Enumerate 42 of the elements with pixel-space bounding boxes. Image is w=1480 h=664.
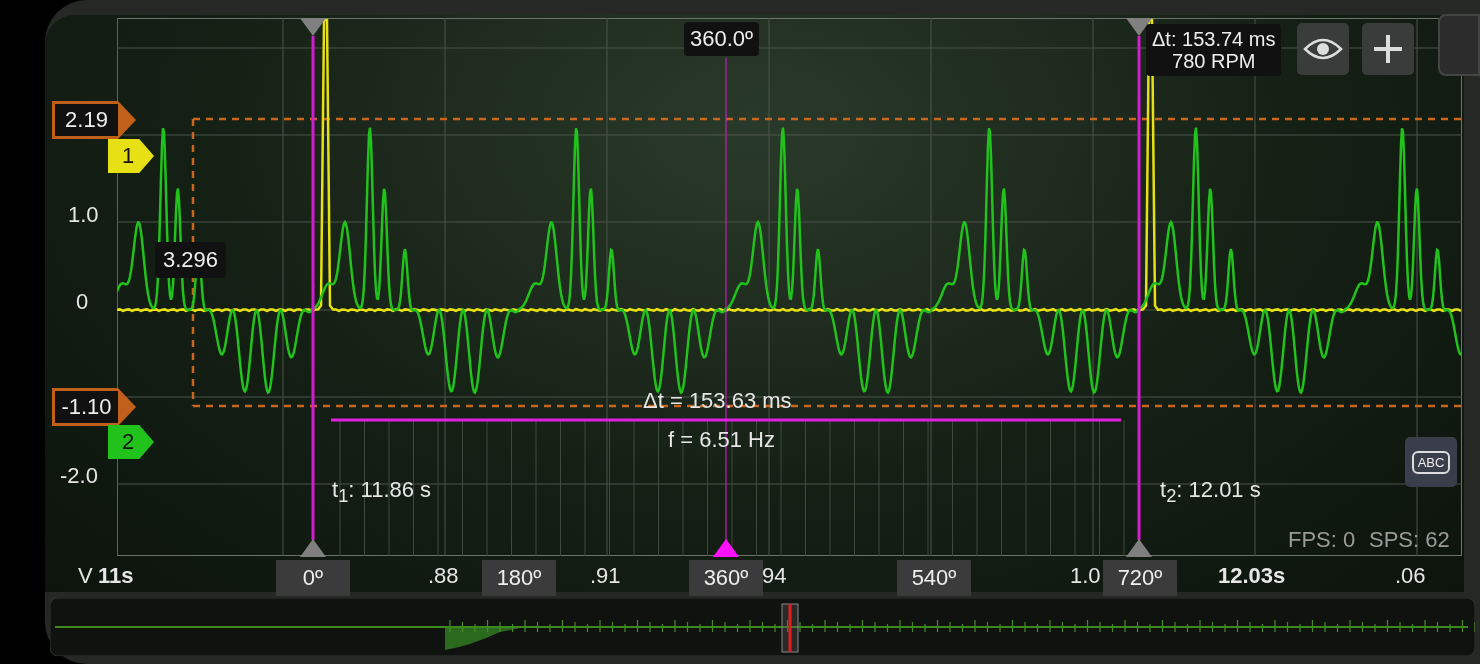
axis-label: 11s (98, 565, 134, 587)
level-marker[interactable]: 2.19 (52, 101, 118, 139)
visibility-button[interactable] (1297, 23, 1349, 75)
axis-label: .88 (428, 565, 459, 587)
axis-label: 1.0 (68, 204, 99, 226)
add-button[interactable] (1362, 23, 1414, 75)
phase-marker[interactable]: 540º (897, 560, 971, 596)
label-button[interactable]: ABC (1405, 437, 1457, 487)
phase-marker[interactable]: 0º (276, 560, 350, 596)
eye-icon (1303, 37, 1343, 61)
stats-text: SPS: 62 (1369, 529, 1450, 551)
axis-label: 0 (76, 291, 89, 313)
probe-value: 3.296 (155, 242, 227, 279)
phase-handle-icon[interactable] (713, 539, 739, 557)
phase-marker[interactable]: 360º (689, 560, 763, 596)
pointer-icon[interactable] (118, 101, 136, 139)
cursor-handle-icon[interactable] (300, 18, 326, 36)
phase-readout: 360.0º (684, 22, 760, 57)
cursor-handle-icon[interactable] (1126, 18, 1152, 36)
plus-icon (1373, 34, 1403, 64)
cursor-handle-icon[interactable] (1126, 539, 1152, 557)
rpm-text: 780 RPM (1171, 50, 1257, 72)
t2-measurement: t$_{2}$: 12.01 s (1160, 479, 1261, 506)
level-marker[interactable]: -1.10 (52, 388, 118, 426)
phase-marker[interactable]: 180º (482, 560, 556, 596)
phase-marker[interactable]: 720º (1103, 560, 1177, 596)
axis-label: .06 (1395, 565, 1426, 587)
delta-measurement: Δt = 153.63 ms (643, 390, 792, 412)
axis-label: .91 (590, 565, 621, 587)
cursor-handle-icon[interactable] (300, 539, 326, 557)
axis-label: -2.0 (60, 465, 98, 487)
t1-measurement: t$_{1}$: 11.86 s (332, 479, 432, 506)
stats-text: FPS: 0 (1288, 529, 1356, 551)
panel-grip[interactable] (1438, 14, 1480, 76)
delta-time-text: Δt: 153.74 ms (1152, 28, 1276, 50)
frequency-measurement: f = 6.51 Hz (668, 429, 775, 451)
pointer-icon[interactable] (118, 388, 136, 426)
overview-selector[interactable] (781, 603, 799, 653)
axis-label: 1.0 (1070, 565, 1101, 587)
axis-label: 12.03s (1218, 565, 1286, 587)
axis-unit: V (78, 565, 93, 587)
axis-label: 94 (762, 565, 787, 587)
